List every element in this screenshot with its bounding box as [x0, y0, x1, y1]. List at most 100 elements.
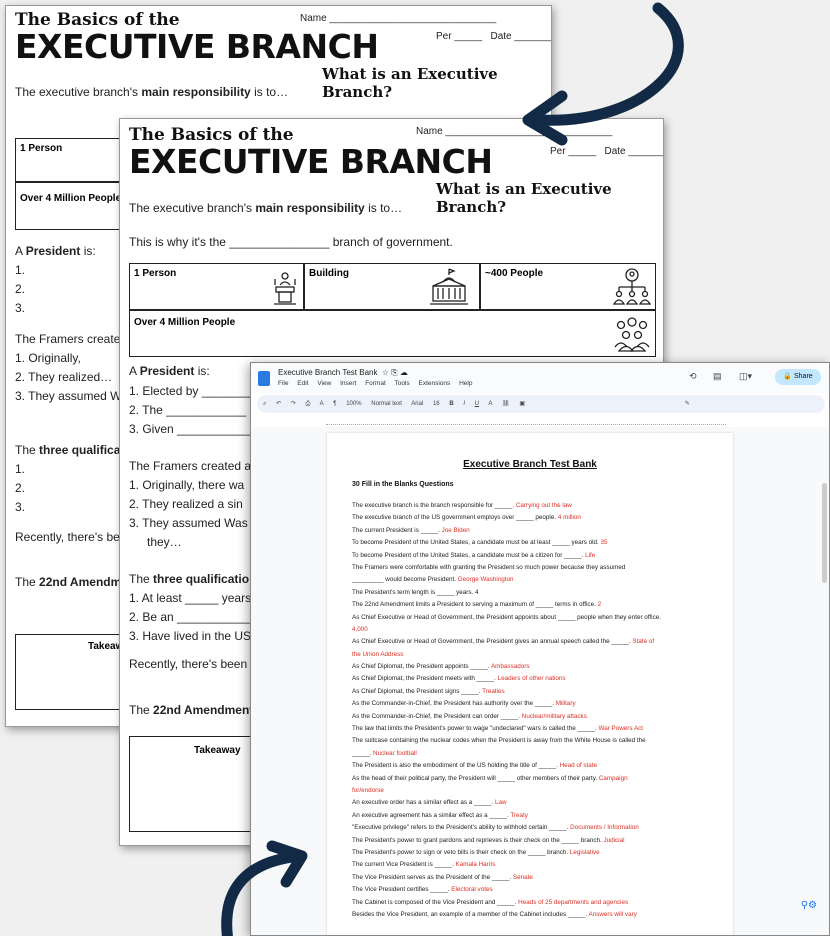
question-line: As the Commander-in-Chief, the President…	[352, 711, 717, 723]
list-item: 3.	[15, 301, 26, 315]
paint-format-icon[interactable]: ¶	[333, 401, 336, 407]
answer-text: Answers will vary	[588, 910, 637, 918]
question-line: for/endorse	[352, 785, 717, 797]
answer-text: Judicial	[603, 836, 625, 844]
underline-icon[interactable]: U	[475, 401, 479, 407]
font-size-input[interactable]: 16	[433, 401, 440, 407]
answer-text: Carrying out the law	[515, 502, 572, 509]
question-line: The President's term length is _____ yea…	[352, 587, 717, 599]
docs-logo-icon[interactable]	[258, 371, 270, 386]
list-item: 3. They assumed Was	[129, 516, 248, 530]
framers-heading: The Framers create	[15, 332, 121, 346]
google-doc-window: Executive Branch Test Bank ☆ ⎘ ☁ File Ed…	[250, 362, 830, 936]
crowd-icon	[612, 315, 652, 357]
spellcheck-icon[interactable]: A	[320, 401, 324, 407]
question-line: An executive order has a similar effect …	[352, 797, 717, 809]
scrollbar[interactable]	[822, 483, 827, 583]
menu-extensions[interactable]: Extensions	[418, 380, 450, 387]
menu-format[interactable]: Format	[365, 380, 386, 387]
answer-text: 4 million	[557, 514, 581, 522]
white-house-icon	[429, 268, 469, 310]
image-icon[interactable]: ▣	[519, 401, 525, 407]
question-line: "Executive privilege" refers to the Pres…	[352, 822, 717, 834]
menu-tools[interactable]: Tools	[394, 380, 409, 387]
menu-help[interactable]: Help	[459, 380, 472, 387]
list-item: 3. They assumed W	[15, 389, 122, 403]
question-text: The suitcase containing the nuclear code…	[352, 737, 646, 745]
answer-text: Life	[585, 551, 596, 559]
question-line: As Chief Diplomat, the President signs _…	[352, 686, 717, 698]
question-text: As Chief Executive or Head of Government…	[352, 613, 661, 621]
ruler[interactable]	[326, 417, 726, 425]
share-button[interactable]: 🔒 Share	[775, 369, 821, 385]
menu-file[interactable]: File	[278, 380, 288, 387]
doc-subtitle: 30 Fill in the Blanks Questions	[352, 481, 454, 488]
search-icon[interactable]: ⌕	[263, 401, 266, 407]
doc-page[interactable]: Executive Branch Test Bank 30 Fill in th…	[327, 433, 733, 935]
question-line: The law that limits the President's powe…	[352, 723, 717, 735]
qualifications-heading: The three qualifica	[15, 443, 121, 457]
question-line: The Cabinet is composed of the Vice Pres…	[352, 897, 717, 909]
amendment-heading: The 22nd Amendment	[129, 703, 254, 717]
answer-text: the Union Address	[352, 650, 404, 658]
menu-edit[interactable]: Edit	[297, 380, 308, 387]
arrow-bottom-icon	[221, 840, 308, 936]
meet-icon[interactable]: ◫▾	[739, 371, 752, 382]
history-icon[interactable]: ⟲	[689, 371, 697, 382]
print-icon[interactable]: ⎙	[305, 401, 310, 407]
question-text: The Vice President certifies _____.	[352, 886, 450, 894]
italic-icon[interactable]: I	[463, 401, 465, 407]
redo-icon[interactable]: ↷	[291, 401, 296, 407]
edit-mode-icon[interactable]: ✎	[685, 401, 690, 407]
section-question: What is an Executive Branch?	[436, 180, 612, 216]
box-1-person: 1 Person	[129, 263, 304, 310]
question-line: The Framers were comfortable with granti…	[352, 562, 717, 574]
text-color-icon[interactable]: A	[488, 401, 492, 407]
question-line: The executive branch is the branch respo…	[352, 500, 717, 512]
answer-text: George Washington	[457, 576, 514, 584]
answer-text: Military	[555, 700, 576, 708]
question-text: As the Commander-in-Chief, the President…	[352, 712, 521, 720]
question-text: The law that limits the President's powe…	[352, 725, 597, 733]
podium-icon	[270, 271, 300, 309]
recently-text: Recently, there's been	[129, 657, 248, 671]
bold-icon[interactable]: B	[449, 401, 453, 407]
question-line: The suitcase containing the nuclear code…	[352, 735, 717, 747]
answer-text: for/endorse	[352, 786, 384, 794]
zoom-select[interactable]: 100%	[346, 401, 361, 407]
answer-text: Law	[495, 799, 507, 807]
answer-text: Treaty	[510, 811, 528, 819]
question-line: _____. Nuclear football	[352, 748, 717, 760]
menu-bar: File Edit View Insert Format Tools Exten…	[278, 380, 479, 387]
question-line: The President is also the embodiment of …	[352, 760, 717, 772]
link-icon[interactable]: ⛓	[502, 401, 510, 407]
answer-text: Kamala Harris	[455, 861, 496, 869]
question-text: The current Vice President is _____.	[352, 861, 454, 869]
question-text: To become President of the United States…	[352, 551, 584, 559]
doc-title: Executive Branch Test Bank	[463, 459, 597, 470]
question-line: Besides the Vice President, an example o…	[352, 909, 717, 921]
question-line: The 22nd Amendment limits a President to…	[352, 599, 717, 611]
question-text: As the Commander-in-Chief, the President…	[352, 700, 554, 708]
doc-name[interactable]: Executive Branch Test Bank ☆ ⎘ ☁	[278, 368, 408, 378]
question-text: The President's power to grant pardons a…	[352, 836, 602, 844]
list-item: 1.	[15, 462, 26, 476]
question-text: The executive branch is the branch respo…	[352, 502, 515, 509]
menu-view[interactable]: View	[317, 380, 331, 387]
question-text: _________ would become President.	[352, 576, 456, 584]
question-line: The current President is _____. Joe Bide…	[352, 525, 717, 537]
box-building: Building	[304, 263, 480, 310]
comment-icon[interactable]: ▤	[713, 371, 722, 382]
question-text: The executive branch of the US governmen…	[352, 514, 557, 522]
question-text: As the head of their political party, th…	[352, 774, 598, 782]
answer-text: Joe Biden	[441, 526, 470, 534]
answer-text: Campaign	[598, 774, 628, 782]
recently-text: Recently, there's be	[15, 530, 120, 544]
question-text: As Chief Diplomat, the President appoint…	[352, 663, 490, 671]
answer-text: Nuclear/military attacks	[521, 712, 587, 720]
menu-insert[interactable]: Insert	[340, 380, 356, 387]
docs-side-icons[interactable]: ⚲⚙	[801, 900, 817, 911]
style-select[interactable]: Normal text	[371, 401, 402, 407]
font-select[interactable]: Arial	[411, 401, 423, 407]
undo-icon[interactable]: ↶	[276, 401, 281, 407]
